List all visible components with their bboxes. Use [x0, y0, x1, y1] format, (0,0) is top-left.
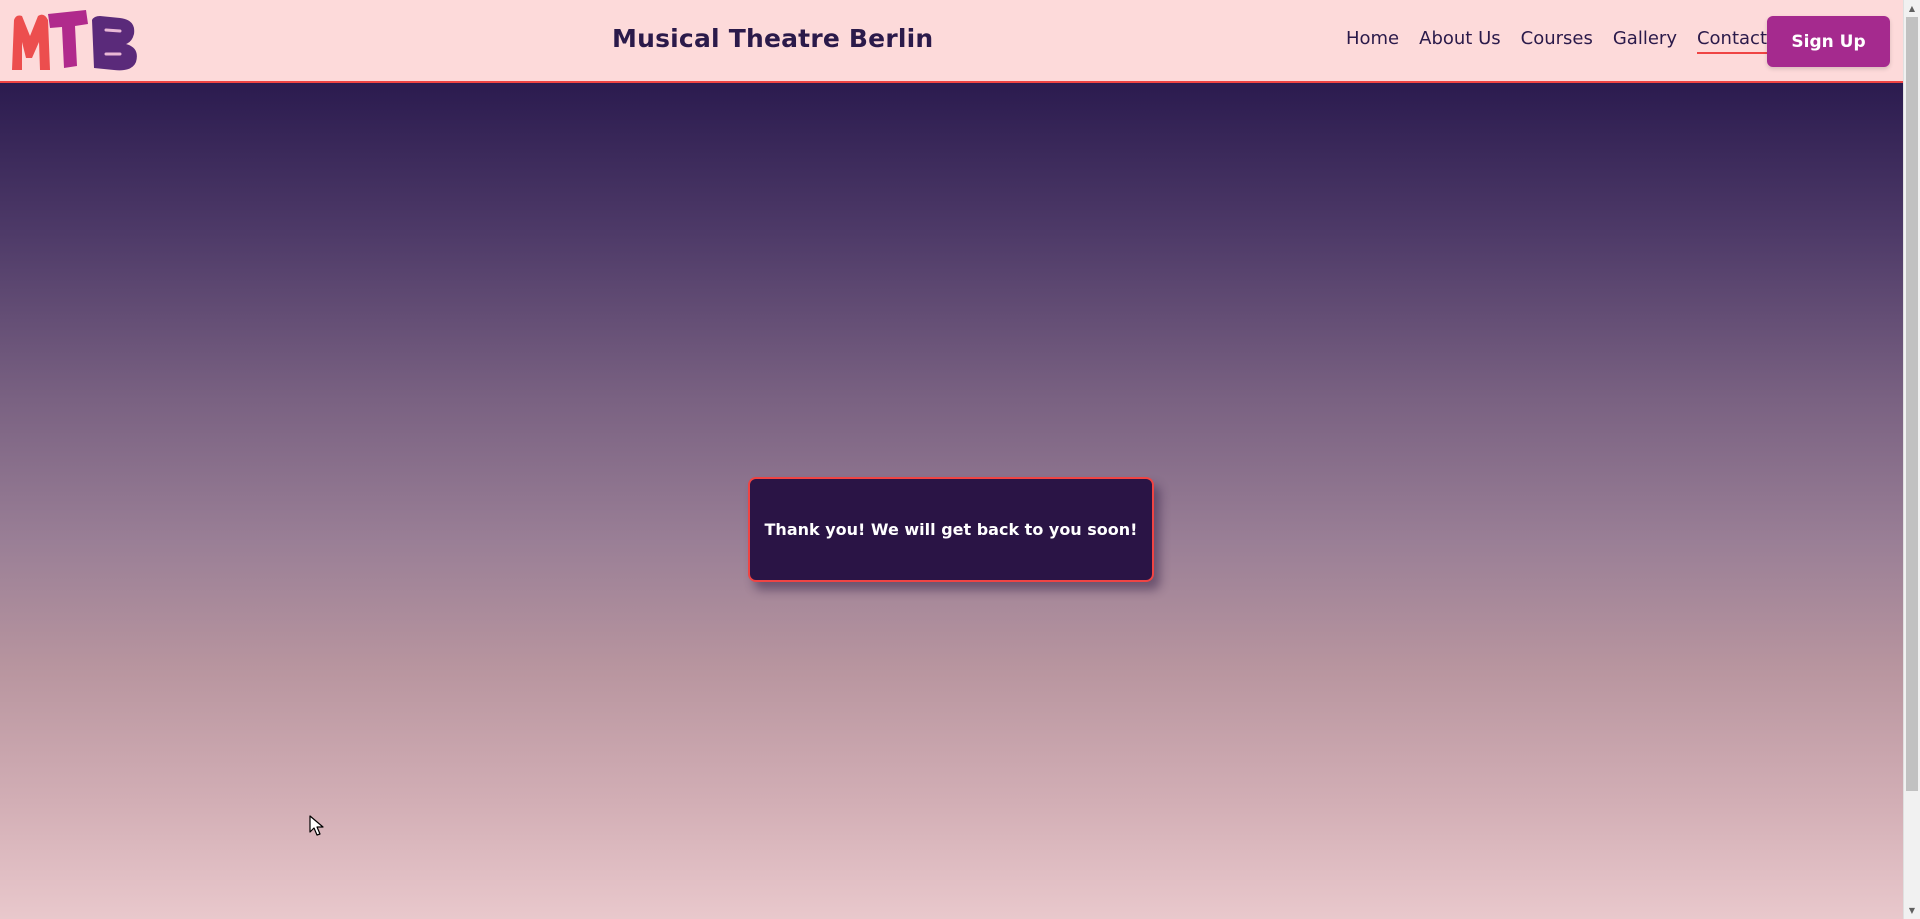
viewport: Musical Theatre Berlin Home About Us Cou…: [0, 0, 1903, 919]
nav-courses[interactable]: Courses: [1521, 28, 1593, 54]
site-logo[interactable]: [10, 6, 140, 72]
vertical-scrollbar[interactable]: ▲ ▼: [1903, 0, 1920, 919]
nav-contact[interactable]: Contact: [1696, 28, 1767, 54]
scroll-up-arrow-icon[interactable]: ▲: [1904, 0, 1920, 17]
site-title: Musical Theatre Berlin: [612, 24, 934, 53]
sign-up-button[interactable]: Sign Up: [1767, 16, 1890, 67]
nav-about-us[interactable]: About Us: [1419, 28, 1501, 54]
page: Musical Theatre Berlin Home About Us Cou…: [0, 0, 1920, 919]
main-nav: Home About Us Courses Gallery Contact: [1346, 28, 1767, 54]
main-content: Thank you! We will get back to you soon!: [0, 83, 1903, 919]
scroll-down-arrow-icon[interactable]: ▼: [1904, 902, 1920, 919]
site-header: Musical Theatre Berlin Home About Us Cou…: [0, 0, 1903, 83]
nav-home[interactable]: Home: [1346, 28, 1399, 54]
success-message-text: Thank you! We will get back to you soon!: [764, 520, 1138, 539]
scrollbar-thumb[interactable]: [1906, 17, 1918, 791]
success-message-box: Thank you! We will get back to you soon!: [748, 477, 1154, 582]
mouse-pointer-icon: [309, 815, 324, 836]
nav-gallery[interactable]: Gallery: [1613, 28, 1677, 54]
